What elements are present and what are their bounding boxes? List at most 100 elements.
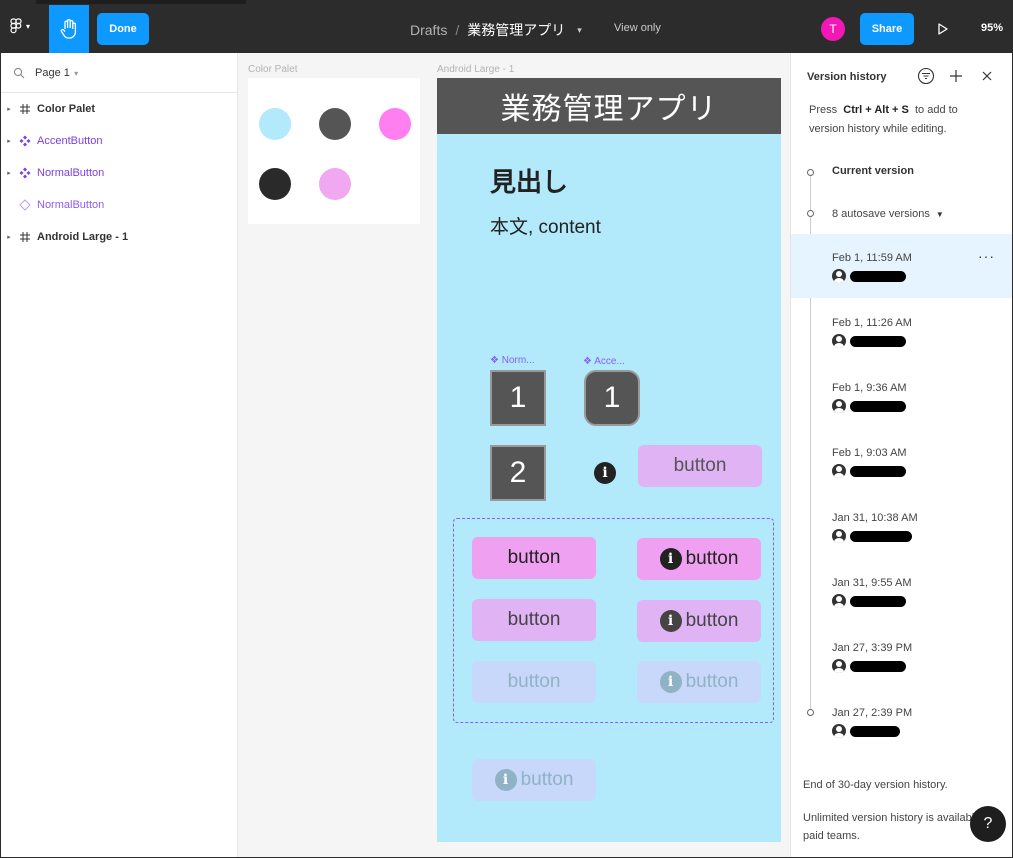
expand-arrow-icon[interactable]: ▸ (3, 105, 15, 113)
breadcrumb-drafts[interactable]: Drafts (410, 22, 447, 38)
version-item[interactable]: Feb 1, 11:59 AM ··· (791, 234, 1012, 298)
button-disabled-icon[interactable]: i button (637, 661, 761, 703)
button-disabled-icon[interactable]: i button (472, 759, 596, 801)
current-version[interactable]: Current version (832, 165, 914, 177)
redacted-name (850, 335, 906, 347)
more-options-icon[interactable]: ··· (978, 248, 995, 264)
share-button[interactable]: Share (860, 13, 914, 45)
version-date: Feb 1, 9:36 AM (832, 382, 907, 394)
version-item[interactable]: Jan 27, 2:39 PM (791, 689, 1012, 753)
chevron-down-icon[interactable]: ▾ (577, 25, 582, 36)
button-label: button (685, 610, 739, 631)
search-icon[interactable] (13, 67, 25, 79)
chevron-down-icon: ▾ (71, 68, 79, 78)
user-icon (832, 269, 846, 283)
accent-button-label[interactable]: ❖ Acce... (583, 356, 625, 367)
button-label: button (520, 769, 574, 790)
help-button[interactable]: ? (970, 806, 1006, 842)
user-icon (832, 464, 846, 478)
color-swatch[interactable] (259, 108, 291, 140)
frame-label-android[interactable]: Android Large - 1 (437, 64, 514, 75)
redacted-name (850, 270, 906, 282)
button-disabled[interactable]: button (472, 661, 596, 703)
info-icon[interactable]: i (594, 462, 616, 484)
layer-name: NormalButton (37, 199, 105, 211)
component-icon (15, 167, 35, 179)
button-soft-icon[interactable]: i button (637, 600, 761, 642)
color-swatch[interactable] (319, 108, 351, 140)
done-button[interactable]: Done (97, 13, 149, 45)
expand-arrow-icon[interactable]: ▸ (3, 169, 15, 177)
version-date: Jan 31, 9:55 AM (832, 577, 912, 589)
normal-number-button[interactable]: 1 (490, 370, 546, 426)
user-icon (832, 594, 846, 608)
user-icon (832, 529, 846, 543)
app-header[interactable]: 業務管理アプリ (437, 78, 781, 134)
timeline-node (807, 210, 814, 217)
timeline-node (807, 169, 814, 176)
layer-item[interactable]: NormalButton (1, 189, 237, 221)
close-icon[interactable] (981, 70, 993, 82)
version-item[interactable]: Feb 1, 9:36 AM (791, 364, 1012, 428)
autosave-toggle[interactable]: 8 autosave versions ▼ (832, 208, 944, 220)
version-item[interactable]: Feb 1, 9:03 AM (791, 429, 1012, 493)
version-item[interactable]: Jan 27, 3:39 PM (791, 624, 1012, 688)
body-text[interactable]: 本文, content (490, 212, 601, 239)
version-date: Jan 27, 2:39 PM (832, 707, 913, 719)
button-pink[interactable]: button (472, 537, 596, 579)
button-soft[interactable]: button (638, 445, 762, 487)
page-label[interactable]: Page 1 ▾ (35, 67, 78, 79)
user-icon (832, 659, 846, 673)
button-label: button (685, 671, 739, 692)
avatar[interactable]: T (821, 17, 845, 41)
layer-item[interactable]: ▸ Color Palet (1, 93, 237, 125)
version-history-panel: Version history Press Ctrl + Alt + S to … (790, 53, 1012, 857)
zoom-level[interactable]: 95% (981, 22, 1003, 34)
component-icon (15, 135, 35, 147)
normal-button-label[interactable]: ❖ Norm... (490, 355, 535, 366)
canvas[interactable]: Color Palet Android Large - 1 業務管理アプリ 見出… (238, 53, 790, 857)
color-palet-frame[interactable] (248, 78, 420, 224)
hand-tool-button[interactable] (49, 5, 89, 53)
frame-icon (15, 104, 35, 114)
number-button-2[interactable]: 2 (490, 445, 546, 501)
instance-icon (15, 199, 35, 211)
version-author (832, 269, 906, 283)
button-label: button (685, 548, 739, 569)
color-swatch[interactable] (259, 168, 291, 200)
android-frame[interactable]: 業務管理アプリ 見出し 本文, content ❖ Norm... ❖ Acce… (437, 78, 781, 842)
layer-name: AccentButton (37, 135, 103, 147)
layer-item[interactable]: ▸ NormalButton (1, 157, 237, 189)
button-pink-icon[interactable]: i button (637, 538, 761, 580)
filter-icon[interactable] (917, 67, 935, 85)
layer-item[interactable]: ▸ Android Large - 1 (1, 221, 237, 253)
expand-arrow-icon[interactable]: ▸ (3, 137, 15, 145)
caret-down-icon: ▼ (935, 209, 944, 219)
plus-icon[interactable] (949, 69, 963, 83)
file-name[interactable]: 業務管理アプリ (467, 20, 565, 40)
page-selector[interactable]: Page 1 ▾ (1, 53, 237, 93)
panel-title: Version history (807, 71, 887, 83)
color-swatch[interactable] (319, 168, 351, 200)
version-date: Feb 1, 9:03 AM (832, 447, 907, 459)
version-author (832, 724, 900, 738)
layer-name: NormalButton (37, 167, 105, 179)
heading-text[interactable]: 見出し (490, 162, 568, 199)
version-item[interactable]: Jan 31, 9:55 AM (791, 559, 1012, 623)
version-item[interactable]: Feb 1, 11:26 AM (791, 299, 1012, 363)
main-menu-button[interactable]: ▾ (10, 18, 30, 34)
view-only-label: View only (614, 22, 661, 34)
accent-number-button[interactable]: 1 (584, 370, 640, 426)
expand-arrow-icon[interactable]: ▸ (3, 233, 15, 241)
present-button[interactable] (934, 20, 952, 38)
version-item[interactable]: Jan 31, 10:38 AM (791, 494, 1012, 558)
frame-label-color-palet[interactable]: Color Palet (248, 64, 297, 75)
breadcrumb-separator: / (455, 22, 460, 38)
button-soft[interactable]: button (472, 599, 596, 641)
info-icon: i (659, 610, 682, 632)
layer-item[interactable]: ▸ AccentButton (1, 125, 237, 157)
color-swatch[interactable] (379, 108, 411, 140)
version-author (832, 464, 906, 478)
layer-name: Android Large - 1 (37, 231, 129, 243)
version-date: Feb 1, 11:59 AM (832, 252, 912, 264)
